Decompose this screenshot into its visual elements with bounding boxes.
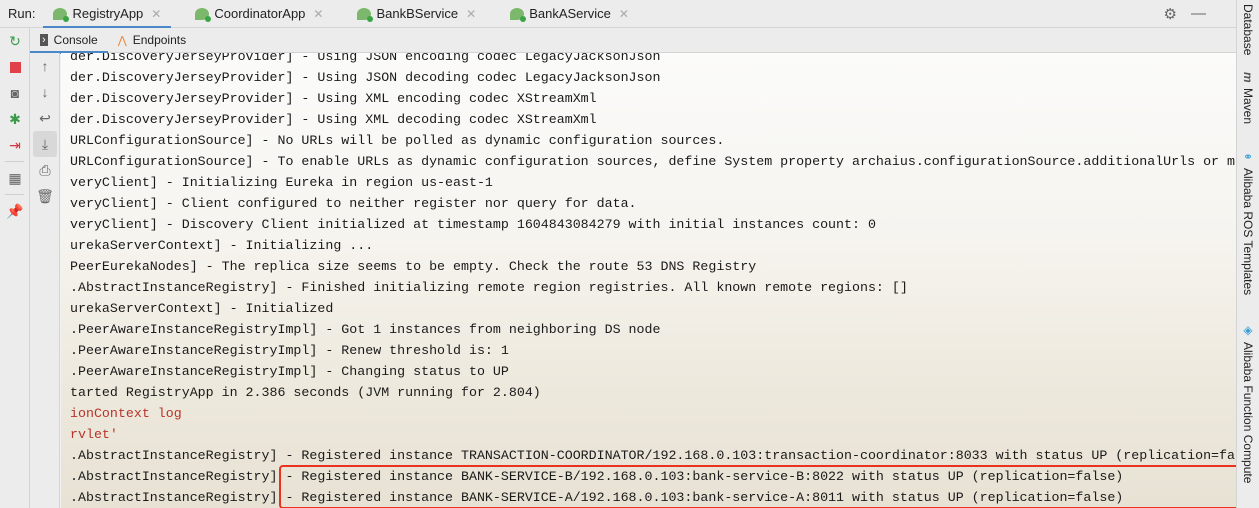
tab-label: CoordinatorApp xyxy=(214,6,306,21)
tab-console[interactable]: › Console xyxy=(30,28,108,54)
endpoints-icon: ⋀ xyxy=(117,34,127,47)
console-line: veryClient] - Initializing Eureka in reg… xyxy=(70,175,493,190)
run-label: Run: xyxy=(8,6,36,21)
console-line: veryClient] - Client configured to neith… xyxy=(70,196,637,211)
console-line: .AbstractInstanceRegistry] - Finished in… xyxy=(70,280,908,295)
console-line: urekaServerContext] - Initialized xyxy=(70,301,334,316)
console-line: veryClient] - Discovery Client initializ… xyxy=(70,217,876,232)
tab-endpoints[interactable]: ⋀ Endpoints xyxy=(108,28,196,53)
gear-icon[interactable]: ⚙ xyxy=(1164,5,1177,23)
soft-wrap-icon[interactable]: ↩ xyxy=(30,105,60,131)
close-icon[interactable]: ✕ xyxy=(313,7,323,21)
console-line: PeerEurekaNodes] - The replica size seem… xyxy=(70,259,757,274)
console-line: URLConfigurationSource] - No URLs will b… xyxy=(70,133,725,148)
tab-coordinator-app[interactable]: CoordinatorApp ✕ xyxy=(185,0,333,28)
console-line: .PeerAwareInstanceRegistryImpl] - Renew … xyxy=(70,343,509,358)
print-icon[interactable]: ⎙ xyxy=(30,157,60,183)
exit-icon[interactable]: ⇥ xyxy=(0,132,30,158)
tool-alibaba-ros-templates[interactable]: Alibaba ROS Templates xyxy=(1241,168,1255,295)
tab-banka-service[interactable]: BankAService ✕ xyxy=(500,0,639,28)
console-line: rvlet' xyxy=(70,427,118,442)
run-tabs-bar: Run: RegistryApp ✕ CoordinatorApp ✕ BankBS… xyxy=(0,0,1236,29)
console-line: der.DiscoveryJerseyProvider] - Using JSO… xyxy=(70,53,661,64)
console-line: .PeerAwareInstanceRegistryImpl] - Got 1 … xyxy=(70,322,661,337)
tab-label: Console xyxy=(53,33,98,47)
console-line: .PeerAwareInstanceRegistryImpl] - Changi… xyxy=(70,364,509,379)
arrow-up-icon[interactable]: ↑ xyxy=(30,53,60,79)
layout-icon[interactable]: ▦ xyxy=(0,165,30,191)
tab-label: BankBService xyxy=(376,6,459,21)
console-line: tarted RegistryApp in 2.386 seconds (JVM… xyxy=(70,385,541,400)
tab-bankb-service[interactable]: BankBService ✕ xyxy=(347,0,486,28)
console-line: der.DiscoveryJerseyProvider] - Using XML… xyxy=(70,112,597,127)
alibaba-cloud-icon: ⚭ xyxy=(1241,150,1255,164)
spring-boot-icon xyxy=(53,7,70,22)
console-toolbar: ↑ ↓ ↩ ⤓ ⎙ 🗑 xyxy=(30,53,60,508)
tab-label: RegistryApp xyxy=(72,6,144,21)
spring-boot-icon xyxy=(195,7,212,22)
maven-icon: m xyxy=(1241,72,1255,83)
arrow-down-icon[interactable]: ↓ xyxy=(30,79,60,105)
function-compute-icon: ◈ xyxy=(1241,323,1255,337)
tool-alibaba-function-compute[interactable]: Alibaba Function Compute xyxy=(1241,342,1255,483)
console-line: .AbstractInstanceRegistry] - Registered … xyxy=(70,448,1235,463)
right-tool-strip: Database m Maven ⚭ Alibaba ROS Templates… xyxy=(1236,0,1259,508)
spring-boot-icon xyxy=(510,7,527,22)
close-icon[interactable]: ✕ xyxy=(619,7,629,21)
console-line: der.DiscoveryJerseyProvider] - Using JSO… xyxy=(70,70,661,85)
console-icon: › xyxy=(40,34,48,46)
tool-database[interactable]: Database xyxy=(1241,4,1255,55)
run-toolbar: ↻ ◙ ✱ ⇥ ▦ 📌 xyxy=(0,28,30,508)
tab-registry-app[interactable]: RegistryApp ✕ xyxy=(43,0,172,29)
tab-label: BankAService xyxy=(529,6,611,21)
console-line: der.DiscoveryJerseyProvider] - Using XML… xyxy=(70,91,597,106)
console-line: urekaServerContext] - Initializing ... xyxy=(70,238,374,253)
close-icon[interactable]: ✕ xyxy=(151,7,161,21)
console-tabs-bar: › Console ⋀ Endpoints xyxy=(30,28,1236,54)
trash-icon[interactable]: 🗑 xyxy=(30,183,60,209)
console-line: ionContext log xyxy=(70,406,182,421)
pin-icon[interactable]: 📌 xyxy=(0,198,30,224)
tab-label: Endpoints xyxy=(132,33,187,47)
spring-boot-icon xyxy=(357,7,374,22)
camera-icon[interactable]: ◙ xyxy=(0,80,30,106)
scroll-to-end-icon[interactable]: ⤓ xyxy=(33,131,57,157)
stop-icon[interactable] xyxy=(0,54,30,80)
minimize-icon[interactable]: — xyxy=(1191,5,1206,23)
console-output[interactable]: der.DiscoveryJerseyProvider] - Using JSO… xyxy=(61,53,1236,508)
debug-icon[interactable]: ✱ xyxy=(0,106,30,132)
rerun-icon[interactable]: ↻ xyxy=(0,28,30,54)
console-line: URLConfigurationSource] - To enable URLs… xyxy=(70,154,1235,169)
highlight-box xyxy=(279,465,1236,508)
close-icon[interactable]: ✕ xyxy=(466,7,476,21)
tool-maven[interactable]: Maven xyxy=(1241,88,1255,124)
